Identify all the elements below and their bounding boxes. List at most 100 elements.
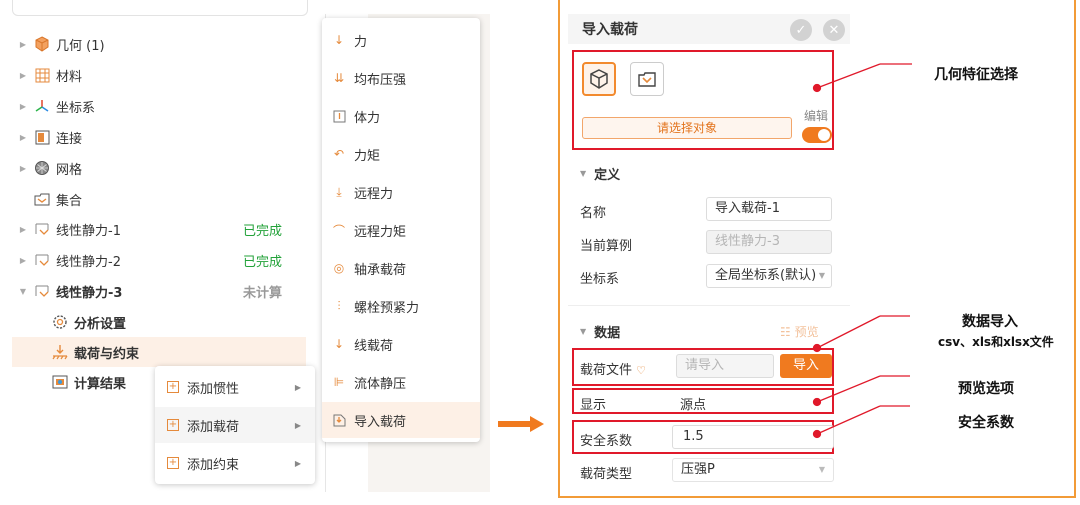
study-icon <box>34 252 50 268</box>
import-load-panel: 导入载荷 ✓ ✕ 请选择对象 编辑 ▼ 定义 名称 导入载荷-1 当前算例 线性… <box>568 14 850 492</box>
tree-item-label: 线性静力-2 <box>56 254 121 270</box>
transition-arrow-icon <box>498 416 544 432</box>
set-select-button[interactable] <box>630 62 664 96</box>
submenu-arrow-icon: ▶ <box>294 382 301 392</box>
solid-select-button[interactable] <box>582 62 616 96</box>
tree-item-connection[interactable]: ▶ 连接 <box>18 123 82 151</box>
tree-item-label: 计算结果 <box>74 376 127 392</box>
expand-caret-icon[interactable]: ▶ <box>18 225 28 234</box>
submenu-item-label: 轴承载荷 <box>354 262 407 278</box>
tree-item-set[interactable]: 集合 <box>34 185 82 213</box>
tree-item-loads-constraints[interactable]: 载荷与约束 <box>52 338 139 366</box>
tree-search-box[interactable] <box>12 0 308 16</box>
submenu-item-hydrostatic[interactable]: ⊫ 流体静压 <box>322 364 480 400</box>
tree-item-linear-static-1[interactable]: ▶ 线性静力-1 已完成 <box>18 215 308 243</box>
preview-label: 预览 <box>794 325 819 339</box>
expand-caret-icon[interactable]: ▶ <box>18 40 28 49</box>
expand-caret-icon[interactable]: ▶ <box>18 133 28 142</box>
tree-item-label: 线性静力-1 <box>56 223 121 239</box>
collapse-caret-icon[interactable]: ▼ <box>18 287 28 296</box>
submenu-item-force[interactable]: ↓ 力 <box>322 22 480 58</box>
submenu-item-line-load[interactable]: ↓ 线载荷 <box>322 326 480 362</box>
edit-toggle[interactable] <box>802 127 832 143</box>
preview-icon: ☷ <box>780 325 791 339</box>
add-icon: + <box>167 419 179 431</box>
data-section-header[interactable]: ▼ 数据 <box>580 322 620 341</box>
submenu-item-label: 远程力 <box>354 186 394 202</box>
tree-item-label: 材料 <box>56 69 83 85</box>
tree-item-linear-static-3[interactable]: ▼ 线性静力-3 未计算 <box>18 277 308 305</box>
folder-set-icon <box>638 72 656 87</box>
status-badge: 已完成 <box>242 254 282 270</box>
name-field[interactable]: 导入载荷-1 <box>706 197 832 221</box>
collapse-caret-icon[interactable]: ▼ <box>580 327 586 336</box>
tree-item-label: 集合 <box>56 193 83 209</box>
chevron-down-icon: ▼ <box>818 465 825 474</box>
submenu-item-remote-force[interactable]: ⤓ 远程力 <box>322 174 480 210</box>
tree-item-material[interactable]: ▶ 材料 <box>18 61 82 89</box>
file-label: 载荷文件 ♡ <box>580 359 646 378</box>
display-value[interactable]: 源点 <box>680 394 706 413</box>
submenu-item-label: 体力 <box>354 110 381 126</box>
status-badge: 未计算 <box>242 285 282 301</box>
select-object-button[interactable]: 请选择对象 <box>582 117 792 139</box>
connection-icon <box>34 129 50 145</box>
section-title: 定义 <box>594 168 621 183</box>
tree-item-analysis-settings[interactable]: 分析设置 <box>52 308 126 336</box>
expand-caret-icon[interactable]: ▶ <box>18 71 28 80</box>
definition-section-header[interactable]: ▼ 定义 <box>580 164 620 183</box>
submenu-item-body-force[interactable]: 体力 <box>322 98 480 134</box>
confirm-check-icon[interactable]: ✓ <box>790 19 812 41</box>
coord-select-value: 全局坐标系(默认) <box>715 268 817 283</box>
tree-item-label: 网格 <box>56 162 83 178</box>
safety-factor-input[interactable]: 1.5 <box>672 425 834 449</box>
panel-title: 导入载荷 <box>582 22 638 38</box>
submenu-item-label: 流体静压 <box>354 376 407 392</box>
submenu-item-label: 均布压强 <box>354 72 407 88</box>
tree-item-mesh[interactable]: ▶ 网格 <box>18 154 82 182</box>
submenu-item-bearing-load[interactable]: ◎ 轴承载荷 <box>322 250 480 286</box>
line-load-icon: ↓ <box>333 337 345 351</box>
close-icon[interactable]: ✕ <box>823 19 845 41</box>
tree-item-coordinate[interactable]: ▶ 坐标系 <box>18 92 95 120</box>
moment-icon: ↶ <box>333 147 345 161</box>
collapse-caret-icon[interactable]: ▼ <box>580 169 586 178</box>
section-divider <box>568 305 850 306</box>
import-button[interactable]: 导入 <box>780 354 832 378</box>
expand-caret-icon[interactable]: ▶ <box>18 102 28 111</box>
submenu-item-import-load[interactable]: 导入载荷 <box>322 402 480 438</box>
mesh-icon <box>34 160 50 176</box>
remote-force-icon: ⤓ <box>336 184 342 199</box>
safety-label: 安全系数 <box>580 434 633 449</box>
tree-item-label: 载荷与约束 <box>74 346 140 362</box>
gear-icon <box>52 314 68 330</box>
expand-caret-icon[interactable]: ▶ <box>18 256 28 265</box>
menu-item-add-inertia[interactable]: + 添加惯性 ▶ <box>155 369 315 405</box>
axes-icon <box>34 98 50 114</box>
submenu-item-label: 力矩 <box>354 148 381 164</box>
menu-item-label: 添加惯性 <box>187 381 240 397</box>
name-label: 名称 <box>580 206 607 221</box>
load-type-select[interactable]: 压强P ▼ <box>672 458 834 482</box>
menu-item-add-constraint[interactable]: + 添加约束 ▶ <box>155 445 315 481</box>
submenu-item-label: 螺栓预紧力 <box>354 300 420 316</box>
tree-item-geometry[interactable]: ▶ 几何 (1) <box>18 30 105 58</box>
import-load-icon <box>332 413 346 427</box>
tree-item-linear-static-2[interactable]: ▶ 线性静力-2 已完成 <box>18 246 308 274</box>
bearing-icon: ◎ <box>333 261 345 275</box>
file-path-input[interactable]: 请导入 <box>676 354 774 378</box>
submenu-item-moment[interactable]: ↶ 力矩 <box>322 136 480 172</box>
coord-label: 坐标系 <box>580 272 620 287</box>
submenu-item-pressure[interactable]: ⇊ 均布压强 <box>322 60 480 96</box>
submenu-item-remote-moment[interactable]: ⌒ 远程力矩 <box>322 212 480 248</box>
annotation-preview: 预览选项 <box>958 381 1014 397</box>
hydrostatic-icon: ⊫ <box>333 375 345 389</box>
submenu-item-bolt-pretension[interactable]: ⫶ 螺栓预紧力 <box>322 288 480 324</box>
cube-icon <box>590 69 608 89</box>
menu-item-add-load[interactable]: + 添加载荷 ▶ <box>155 407 315 443</box>
load-submenu: ↓ 力 ⇊ 均布压强 体力 ↶ 力矩 ⤓ 远程力 ⌒ 远程力矩 ◎ 轴承载荷 ⫶… <box>322 18 480 442</box>
tree-item-results[interactable]: 计算结果 <box>52 368 126 396</box>
coord-select[interactable]: 全局坐标系(默认) ▼ <box>706 264 832 288</box>
expand-caret-icon[interactable]: ▶ <box>18 164 28 173</box>
preview-button[interactable]: ☷ 预览 <box>780 323 819 340</box>
